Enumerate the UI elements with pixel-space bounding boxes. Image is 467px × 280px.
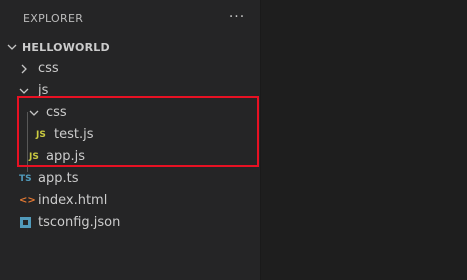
tree-item-test-js[interactable]: JS test.js <box>0 124 260 146</box>
html-file-icon: <> <box>19 195 36 206</box>
tree-item-index-html[interactable]: <> index.html <box>0 190 260 212</box>
tree-item-label: js <box>38 83 49 98</box>
root-folder-helloworld[interactable]: HELLOWORLD <box>0 36 260 58</box>
tree-item-label: test.js <box>54 127 94 142</box>
tsconfig-file-icon <box>20 217 31 228</box>
root-folder-label: HELLOWORLD <box>22 41 110 54</box>
tree-item-label: app.js <box>46 149 85 164</box>
tree-item-css-subfolder[interactable]: css <box>0 102 260 124</box>
chevron-down-icon <box>18 85 30 97</box>
tree-item-label: css <box>46 105 67 120</box>
ts-file-icon: TS <box>19 174 32 184</box>
explorer-title: EXPLORER <box>23 12 84 25</box>
explorer-header: EXPLORER ··· <box>0 0 260 36</box>
js-file-icon: JS <box>36 130 46 140</box>
explorer-sidebar: EXPLORER ··· HELLOWORLD css js css JS te… <box>0 0 260 280</box>
chevron-right-icon <box>18 63 30 75</box>
tree-item-label: css <box>38 61 59 76</box>
tree-item-tsconfig-json[interactable]: tsconfig.json <box>0 212 260 234</box>
tree-item-app-js[interactable]: JS app.js <box>0 146 260 168</box>
editor-area[interactable] <box>261 0 467 280</box>
tree-item-css-folder[interactable]: css <box>0 58 260 80</box>
tree-item-js-folder[interactable]: js <box>0 80 260 102</box>
indent-guide <box>27 112 28 172</box>
chevron-down-icon <box>6 41 18 53</box>
js-file-icon: JS <box>29 152 39 162</box>
chevron-down-icon <box>28 107 40 119</box>
more-actions-icon[interactable]: ··· <box>226 8 248 28</box>
tree-item-label: tsconfig.json <box>38 215 121 230</box>
tree-item-app-ts[interactable]: TS app.ts <box>0 168 260 190</box>
tree-item-label: app.ts <box>38 171 79 186</box>
tree-item-label: index.html <box>38 193 108 208</box>
